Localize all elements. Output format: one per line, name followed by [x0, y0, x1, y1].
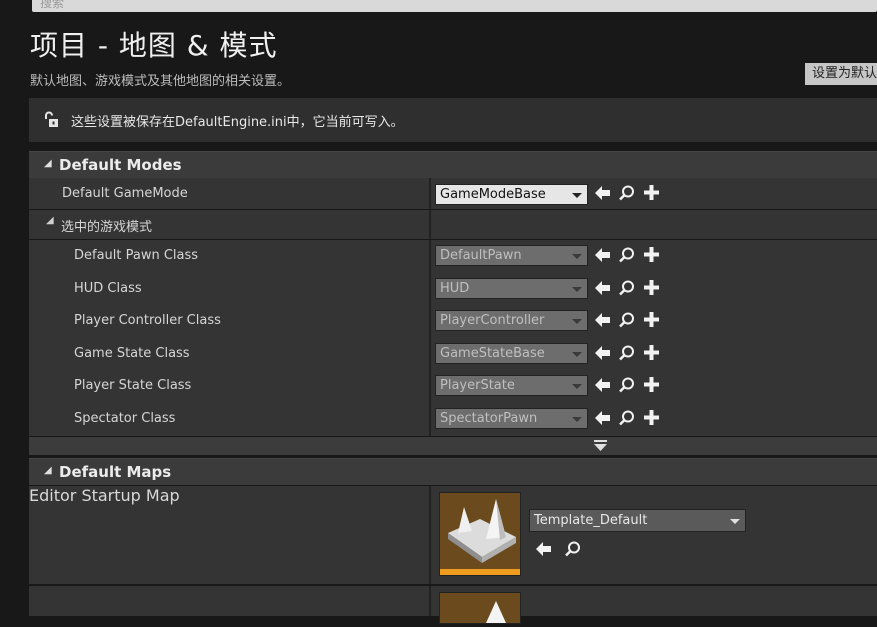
property-label: Game State Class — [74, 346, 190, 361]
search-icon[interactable] — [619, 185, 635, 201]
plus-icon[interactable] — [644, 185, 659, 200]
chevron-down-icon — [572, 254, 582, 259]
property-label: Default GameMode — [62, 186, 188, 201]
chevron-down-icon — [572, 352, 582, 357]
set-as-default-button[interactable]: 设置为默认 — [805, 63, 877, 85]
property-label: Editor Startup Map — [29, 486, 180, 505]
category-title: Default Modes — [59, 156, 182, 174]
subcategory-title: 选中的游戏模式 — [61, 220, 153, 235]
map-thumbnail[interactable] — [439, 492, 521, 576]
config-notice: 这些设置被保存在DefaultEngine.ini中，它当前可写入。 — [29, 98, 877, 142]
combo-value: GameModeBase — [440, 187, 546, 202]
property-row-default-gamemode: Default GameMode GameModeBase — [29, 178, 877, 209]
search-icon[interactable] — [565, 541, 581, 557]
combo-value: PlayerController — [440, 313, 545, 328]
combo-value: PlayerState — [440, 378, 515, 393]
plus-icon[interactable] — [644, 247, 659, 262]
arrow-left-icon[interactable] — [536, 542, 552, 556]
spectator-class-combo[interactable]: SpectatorPawn — [435, 408, 588, 429]
category-title: Default Maps — [59, 463, 172, 481]
property-label: Player State Class — [74, 378, 192, 393]
hud-class-combo[interactable]: HUD — [435, 278, 588, 299]
column-splitter[interactable] — [429, 486, 431, 584]
pawn-class-combo[interactable]: DefaultPawn — [435, 245, 588, 266]
arrow-left-icon[interactable] — [595, 281, 611, 295]
property-row-editor-startup-map: Editor Startup Map Template_Default — [29, 486, 877, 584]
plus-icon[interactable] — [644, 312, 659, 327]
plus-icon[interactable] — [644, 410, 659, 425]
column-splitter[interactable] — [429, 178, 431, 209]
search-icon[interactable] — [619, 410, 635, 426]
category-default-maps[interactable]: ◢ Default Maps — [29, 458, 877, 485]
combo-value: HUD — [440, 281, 470, 296]
search-icon[interactable] — [619, 280, 635, 296]
chevron-down-icon — [572, 287, 582, 292]
page-subtitle: 默认地图、游戏模式及其他地图的相关设置。 — [30, 74, 291, 89]
selected-gamemode-rows: Default Pawn Class DefaultPawn HUD Class… — [29, 240, 877, 436]
arrow-left-icon[interactable] — [595, 411, 611, 425]
search-icon[interactable] — [619, 247, 635, 263]
search-icon[interactable] — [619, 377, 635, 393]
combo-value: Template_Default — [534, 513, 648, 528]
search-icon[interactable] — [619, 345, 635, 361]
arrow-left-icon[interactable] — [595, 313, 611, 327]
arrow-left-icon[interactable] — [595, 346, 611, 360]
arrow-left-icon[interactable] — [595, 378, 611, 392]
property-label: Default Pawn Class — [74, 248, 199, 263]
startup-map-combo[interactable]: Template_Default — [529, 509, 746, 532]
collapse-triangle-icon: ◢ — [44, 465, 52, 476]
search-input[interactable]: 搜索 — [32, 0, 877, 12]
arrow-left-icon[interactable] — [595, 248, 611, 262]
combo-value: DefaultPawn — [440, 248, 522, 263]
collapse-triangle-icon: ◢ — [44, 158, 52, 169]
search-icon[interactable] — [619, 312, 635, 328]
property-label: Player Controller Class — [74, 313, 221, 328]
player-controller-class-combo[interactable]: PlayerController — [435, 310, 588, 331]
player-state-class-combo[interactable]: PlayerState — [435, 375, 588, 396]
plus-icon[interactable] — [644, 345, 659, 360]
column-splitter[interactable] — [429, 210, 431, 239]
chevron-down-icon — [572, 319, 582, 324]
chevron-down-icon — [730, 519, 740, 524]
chevron-down-icon — [572, 417, 582, 422]
column-splitter[interactable] — [429, 586, 431, 616]
plus-icon[interactable] — [644, 377, 659, 392]
combo-value: GameStateBase — [440, 346, 545, 361]
advanced-expander[interactable] — [29, 437, 877, 455]
category-default-modes[interactable]: ◢ Default Modes — [29, 151, 877, 178]
map-thumbnail[interactable] — [439, 592, 521, 624]
expand-advanced-icon — [594, 440, 607, 451]
chevron-down-icon — [572, 384, 582, 389]
subcategory-selected-gamemode[interactable]: ◢ 选中的游戏模式 — [29, 210, 877, 239]
chevron-down-icon — [572, 193, 582, 198]
page-title: 项目 - 地图 & 模式 — [30, 29, 278, 62]
column-splitter[interactable] — [429, 240, 431, 436]
combo-value: SpectatorPawn — [440, 411, 538, 426]
notice-text: 这些设置被保存在DefaultEngine.ini中，它当前可写入。 — [71, 115, 404, 130]
property-label: HUD Class — [74, 281, 142, 296]
game-state-class-combo[interactable]: GameStateBase — [435, 343, 588, 364]
property-label: Spectator Class — [74, 411, 176, 426]
lock-open-icon — [43, 111, 61, 133]
gamemode-combo[interactable]: GameModeBase — [435, 184, 588, 205]
plus-icon[interactable] — [644, 280, 659, 295]
arrow-left-icon[interactable] — [595, 186, 611, 200]
collapse-triangle-icon: ◢ — [46, 215, 54, 226]
